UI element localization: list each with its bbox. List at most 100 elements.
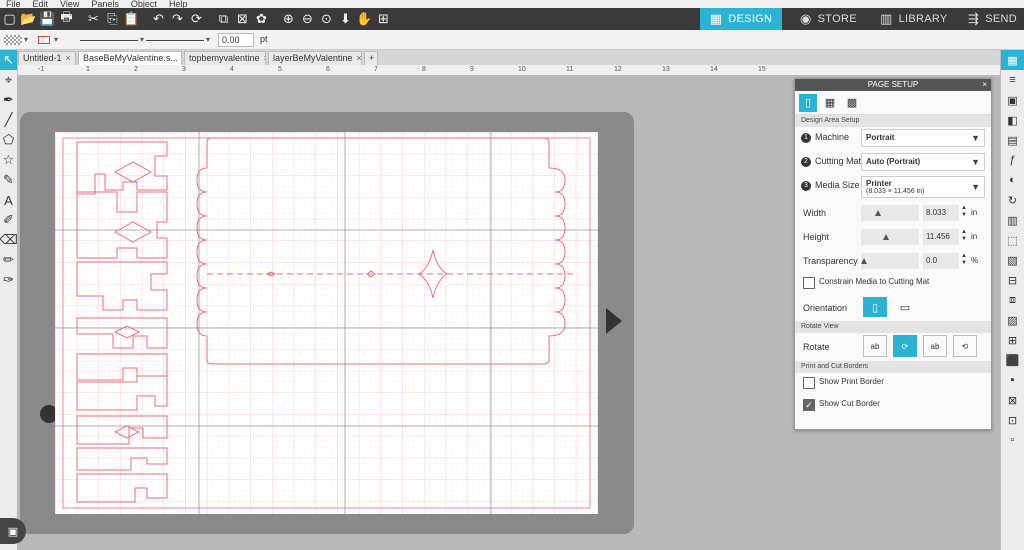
right-panel-icon-4[interactable]: ◧	[1001, 110, 1024, 130]
chevron-down-icon[interactable]: ▾	[140, 35, 144, 44]
brush-tool-icon[interactable]: ✏	[0, 250, 17, 270]
line-style-selector[interactable]	[80, 40, 138, 41]
save-icon[interactable]: 💾	[38, 8, 57, 30]
menu-item-file[interactable]: File	[6, 0, 21, 8]
rotate-0-icon[interactable]: ab	[863, 335, 887, 357]
right-panel-icon-19[interactable]: ⊡	[1001, 410, 1024, 430]
group-icon[interactable]: ⧉	[214, 8, 233, 30]
transparency-input[interactable]: 0.0	[923, 253, 959, 269]
library-tab-button[interactable]: ▥ LIBRARY	[880, 8, 948, 30]
pencil-tool-icon[interactable]: ✎	[0, 170, 17, 190]
send-tab-button[interactable]: ⇶ SEND	[968, 8, 1017, 30]
menu-item-panels[interactable]: Panels	[91, 0, 119, 8]
star-tool-icon[interactable]: ☆	[0, 150, 17, 170]
eyedropper-icon[interactable]: ✑	[0, 270, 17, 290]
right-panel-icon-5[interactable]: ▤	[1001, 130, 1024, 150]
close-icon[interactable]: ×	[356, 53, 361, 63]
select-tool-icon[interactable]: ↖	[0, 50, 17, 70]
media-size-select[interactable]: Printer (8.033 × 11.456 in) ▼	[861, 176, 985, 198]
line-tool-icon[interactable]: ╱	[0, 110, 17, 130]
portrait-orientation-icon[interactable]: ▯	[863, 297, 887, 317]
fit-page-icon[interactable]: ⊞	[374, 8, 393, 30]
close-icon[interactable]: ×	[264, 53, 265, 63]
right-panel-icon-6[interactable]: ƒ	[1001, 150, 1024, 170]
add-tab-button[interactable]: +	[364, 51, 378, 65]
chevron-down-icon[interactable]: ▾	[54, 35, 58, 44]
slider-thumb[interactable]	[883, 234, 889, 240]
undo-icon[interactable]: ↶	[149, 8, 168, 30]
rotate-180-icon[interactable]: ab	[923, 335, 947, 357]
pan-icon[interactable]: ✋	[355, 8, 374, 30]
close-icon[interactable]: ×	[982, 79, 987, 91]
right-panel-icon-9[interactable]: ▥	[1001, 210, 1024, 230]
menu-item-object[interactable]: Object	[131, 0, 157, 8]
node-edit-icon[interactable]: ⌖	[0, 70, 17, 90]
transparency-slider[interactable]	[861, 253, 919, 269]
replicate-icon[interactable]: ⟳	[187, 8, 206, 30]
width-spinner[interactable]: ▲ ▼	[961, 205, 967, 219]
line-width-input[interactable]: 0.00	[218, 33, 254, 47]
zoom-out-icon[interactable]: ⊖	[298, 8, 317, 30]
tab-layerbemyvalentine[interactable]: layerBeMyValentine ×	[268, 51, 362, 65]
constrain-media-checkbox[interactable]	[803, 277, 815, 289]
paste-icon[interactable]: 📋	[122, 8, 141, 30]
grid-tab-icon[interactable]: ▦	[821, 94, 839, 112]
right-panel-icon-10[interactable]: ⬚	[1001, 230, 1024, 250]
line-join-selector[interactable]	[146, 40, 204, 41]
transparency-spinner[interactable]: ▲ ▼	[961, 253, 967, 267]
show-print-border-checkbox[interactable]	[803, 377, 815, 389]
width-input[interactable]: 8.033	[923, 205, 959, 221]
ungroup-icon[interactable]: ⊠	[233, 8, 252, 30]
right-panel-icon-11[interactable]: ▧	[1001, 250, 1024, 270]
menu-item-help[interactable]: Help	[169, 0, 188, 8]
rotate-270-icon[interactable]: ⟲	[953, 335, 977, 357]
right-panel-icon-18[interactable]: ⊠	[1001, 390, 1024, 410]
background-tab-icon[interactable]: ▩	[843, 94, 861, 112]
close-icon[interactable]: ×	[66, 53, 71, 63]
move-down-icon[interactable]: ⬇	[336, 8, 355, 30]
tab-untitled-1[interactable]: Untitled-1 ×	[18, 51, 76, 65]
tab-topbemyvalentine[interactable]: topbemyvalentine ×	[184, 51, 266, 65]
right-panel-icon-14[interactable]: ▨	[1001, 310, 1024, 330]
chevron-down-icon[interactable]: ▾	[206, 35, 210, 44]
menu-item-edit[interactable]: Edit	[33, 0, 49, 8]
right-panel-icon-7[interactable]: ◐	[1001, 170, 1024, 190]
right-panel-icon-2[interactable]: ≡	[1001, 70, 1024, 90]
chevron-down-icon[interactable]: ▾	[24, 35, 28, 44]
polygon-tool-icon[interactable]: ⬠	[0, 130, 17, 150]
cut-icon[interactable]: ✂	[84, 8, 103, 30]
show-cut-border-checkbox[interactable]: ✓	[803, 399, 815, 411]
right-panel-icon-13[interactable]: ⧈	[1001, 290, 1024, 310]
store-tab-button[interactable]: ◉ STORE	[800, 8, 857, 30]
height-spinner[interactable]: ▲ ▼	[961, 229, 967, 243]
zoom-fit-icon[interactable]: ⊙	[317, 8, 336, 30]
right-panel-icon-3[interactable]: ▣	[1001, 90, 1024, 110]
tab-basebemyvalentine[interactable]: BaseBeMyValentine.s...×	[78, 51, 182, 65]
line-color-swatch[interactable]	[38, 36, 50, 44]
right-panel-icon-20[interactable]: ▫	[1001, 430, 1024, 450]
fill-pattern-swatch[interactable]	[4, 35, 22, 45]
cutting-mat-select[interactable]: Auto (Portrait) ▼	[861, 153, 985, 171]
landscape-orientation-icon[interactable]: ▭	[893, 297, 917, 317]
right-panel-icon-1[interactable]: ▦	[1001, 50, 1024, 70]
library-drawer-button[interactable]: ▣	[0, 518, 26, 544]
text-tool-icon[interactable]: A	[0, 190, 17, 210]
redo-icon[interactable]: ↷	[168, 8, 187, 30]
menu-item-view[interactable]: View	[60, 0, 79, 8]
right-panel-icon-16[interactable]: ⬛	[1001, 350, 1024, 370]
knife-tool-icon[interactable]: ✐	[0, 210, 17, 230]
right-panel-icon-15[interactable]: ⊞	[1001, 330, 1024, 350]
width-slider[interactable]	[861, 205, 919, 221]
open-icon[interactable]: 📂	[19, 8, 38, 30]
copy-icon[interactable]: ⎘	[103, 8, 122, 30]
zoom-in-icon[interactable]: ⊕	[279, 8, 298, 30]
new-file-icon[interactable]: ▢	[0, 8, 19, 30]
machine-select[interactable]: Portrait ▼	[861, 129, 985, 147]
design-page[interactable]	[55, 132, 598, 514]
right-panel-icon-12[interactable]: ⊟	[1001, 270, 1024, 290]
eraser-tool-icon[interactable]: ⌫	[0, 230, 18, 250]
page-tab-icon[interactable]: ▯	[799, 93, 817, 112]
height-input[interactable]: 11.456	[923, 229, 959, 245]
right-panel-icon-8[interactable]: ↻	[1001, 190, 1024, 210]
right-panel-icon-17[interactable]: ▪	[1001, 370, 1024, 390]
